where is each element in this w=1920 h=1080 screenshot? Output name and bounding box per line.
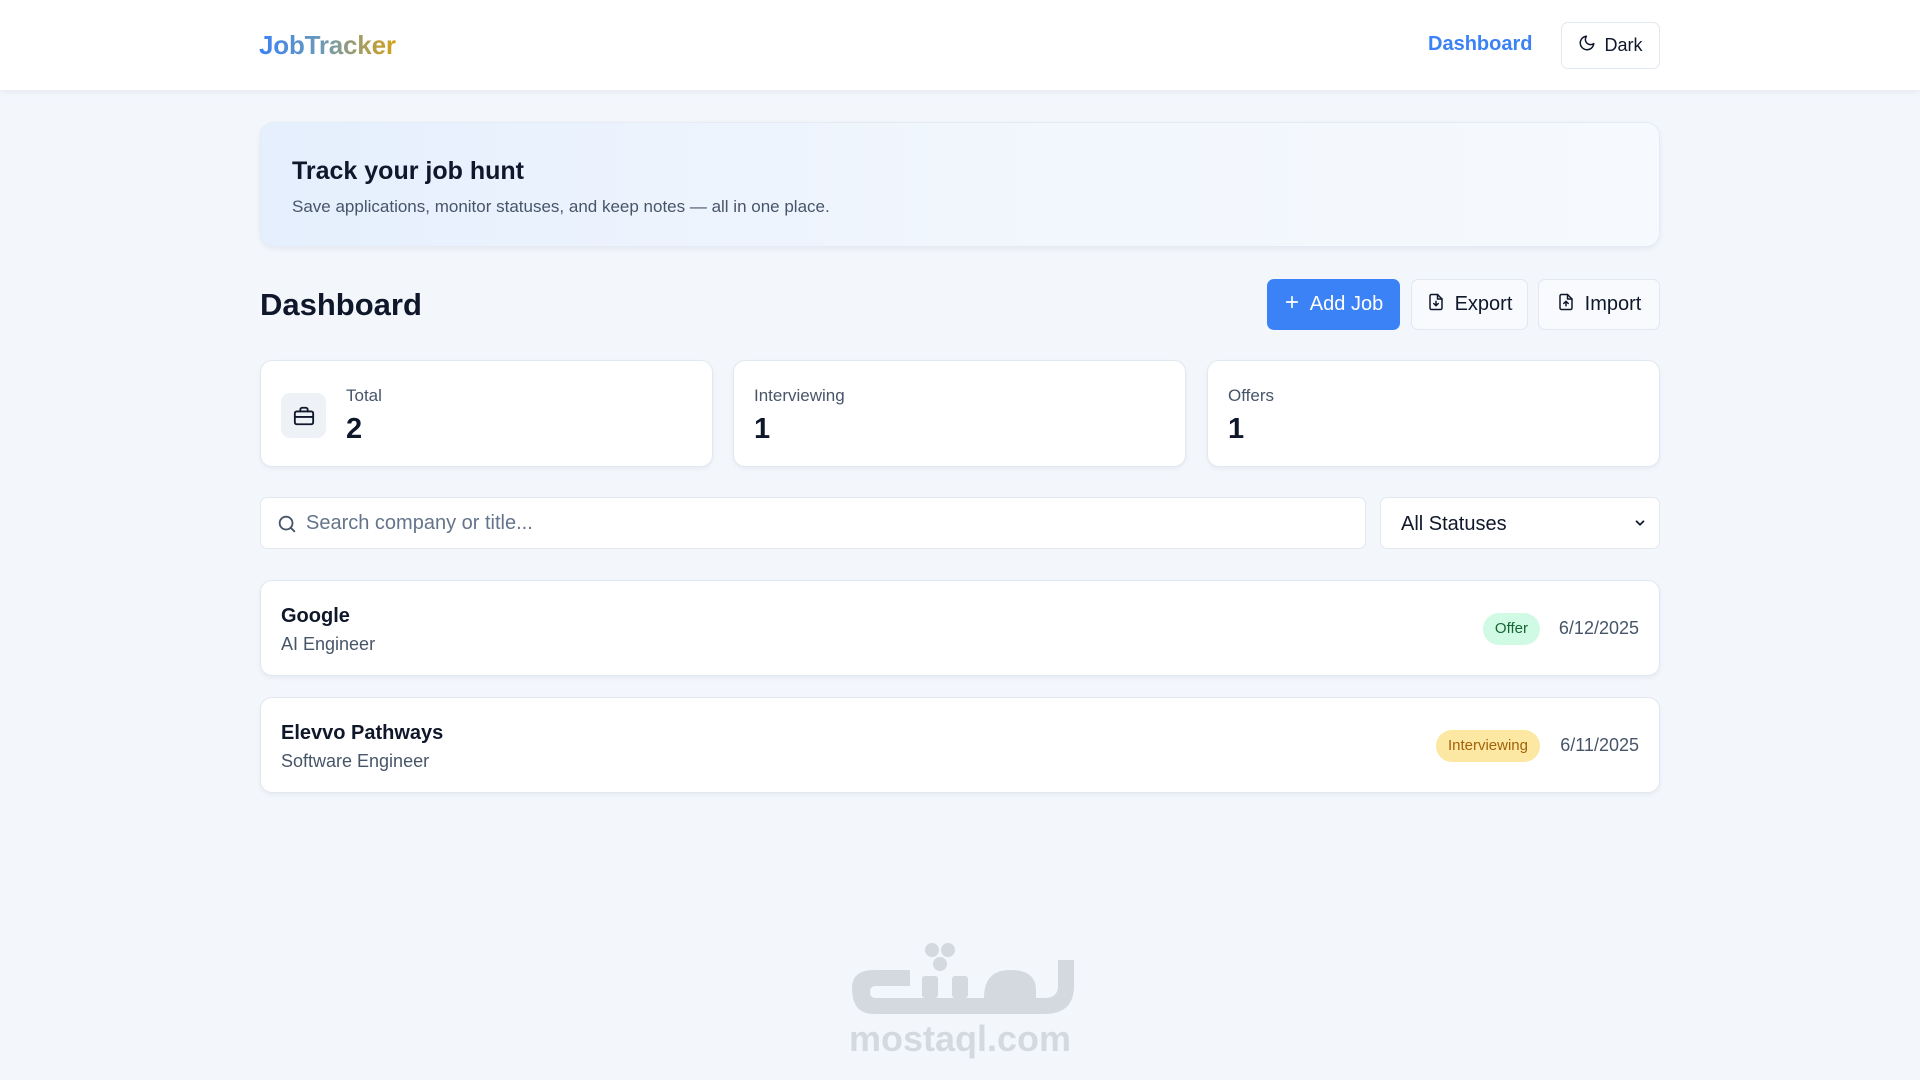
theme-toggle-button[interactable]: Dark [1561, 22, 1660, 69]
job-date: 6/12/2025 [1558, 618, 1639, 638]
status-filter-select[interactable]: All Statuses [1380, 497, 1660, 549]
stat-label: Offers [1228, 386, 1274, 405]
status-badge: Offer [1482, 613, 1540, 645]
search-box [260, 497, 1366, 549]
import-button[interactable]: Import [1538, 279, 1660, 330]
add-job-button[interactable]: Add Job [1267, 279, 1400, 330]
job-company: Google [281, 605, 350, 627]
stat-card-offers: Offers 1 [1207, 360, 1660, 467]
job-list-item[interactable]: Google AI Engineer Offer 6/12/2025 [260, 580, 1660, 676]
file-download-icon [1427, 292, 1445, 318]
stat-value: 1 [754, 413, 771, 445]
export-button[interactable]: Export [1411, 279, 1528, 330]
mostaql-logo-icon [852, 943, 1074, 1014]
add-job-label: Add Job [1309, 293, 1384, 315]
job-company: Elevvo Pathways [281, 722, 444, 744]
job-title: Software Engineer [281, 751, 430, 771]
status-filter-value: All Statuses [1401, 513, 1507, 535]
watermark: mostaql.com [844, 940, 1076, 1065]
stat-card-total: Total 2 [260, 360, 713, 467]
briefcase-icon [281, 393, 326, 438]
search-icon [276, 513, 298, 535]
search-input[interactable] [306, 498, 1356, 548]
stat-card-interviewing: Interviewing 1 [733, 360, 1186, 467]
brand-logo[interactable]: JobTracker [259, 30, 396, 61]
theme-toggle-label: Dark [1604, 35, 1643, 55]
job-date: 6/11/2025 [1560, 735, 1639, 755]
job-list-item[interactable]: Elevvo Pathways Software Engineer Interv… [260, 697, 1660, 793]
nav-link-dashboard[interactable]: Dashboard [1428, 33, 1532, 56]
moon-icon [1578, 34, 1596, 57]
export-label: Export [1454, 293, 1513, 315]
import-label: Import [1584, 293, 1642, 315]
stat-value: 1 [1228, 413, 1245, 445]
stat-value: 2 [346, 413, 363, 445]
watermark-domain: mostaql.com [848, 1018, 1072, 1059]
hero-banner: Track your job hunt Save applications, m… [260, 122, 1660, 247]
job-title: AI Engineer [281, 634, 376, 654]
hero-subtitle: Save applications, monitor statuses, and… [292, 197, 830, 216]
stat-label: Interviewing [754, 386, 845, 405]
file-upload-icon [1557, 292, 1575, 318]
page-title: Dashboard [260, 287, 422, 322]
chevron-down-icon [1633, 516, 1647, 530]
plus-icon [1284, 293, 1300, 316]
stat-label: Total [346, 386, 382, 405]
top-navbar: JobTracker Dashboard Dark [0, 0, 1920, 90]
hero-title: Track your job hunt [292, 157, 524, 185]
status-badge: Interviewing [1435, 730, 1540, 762]
